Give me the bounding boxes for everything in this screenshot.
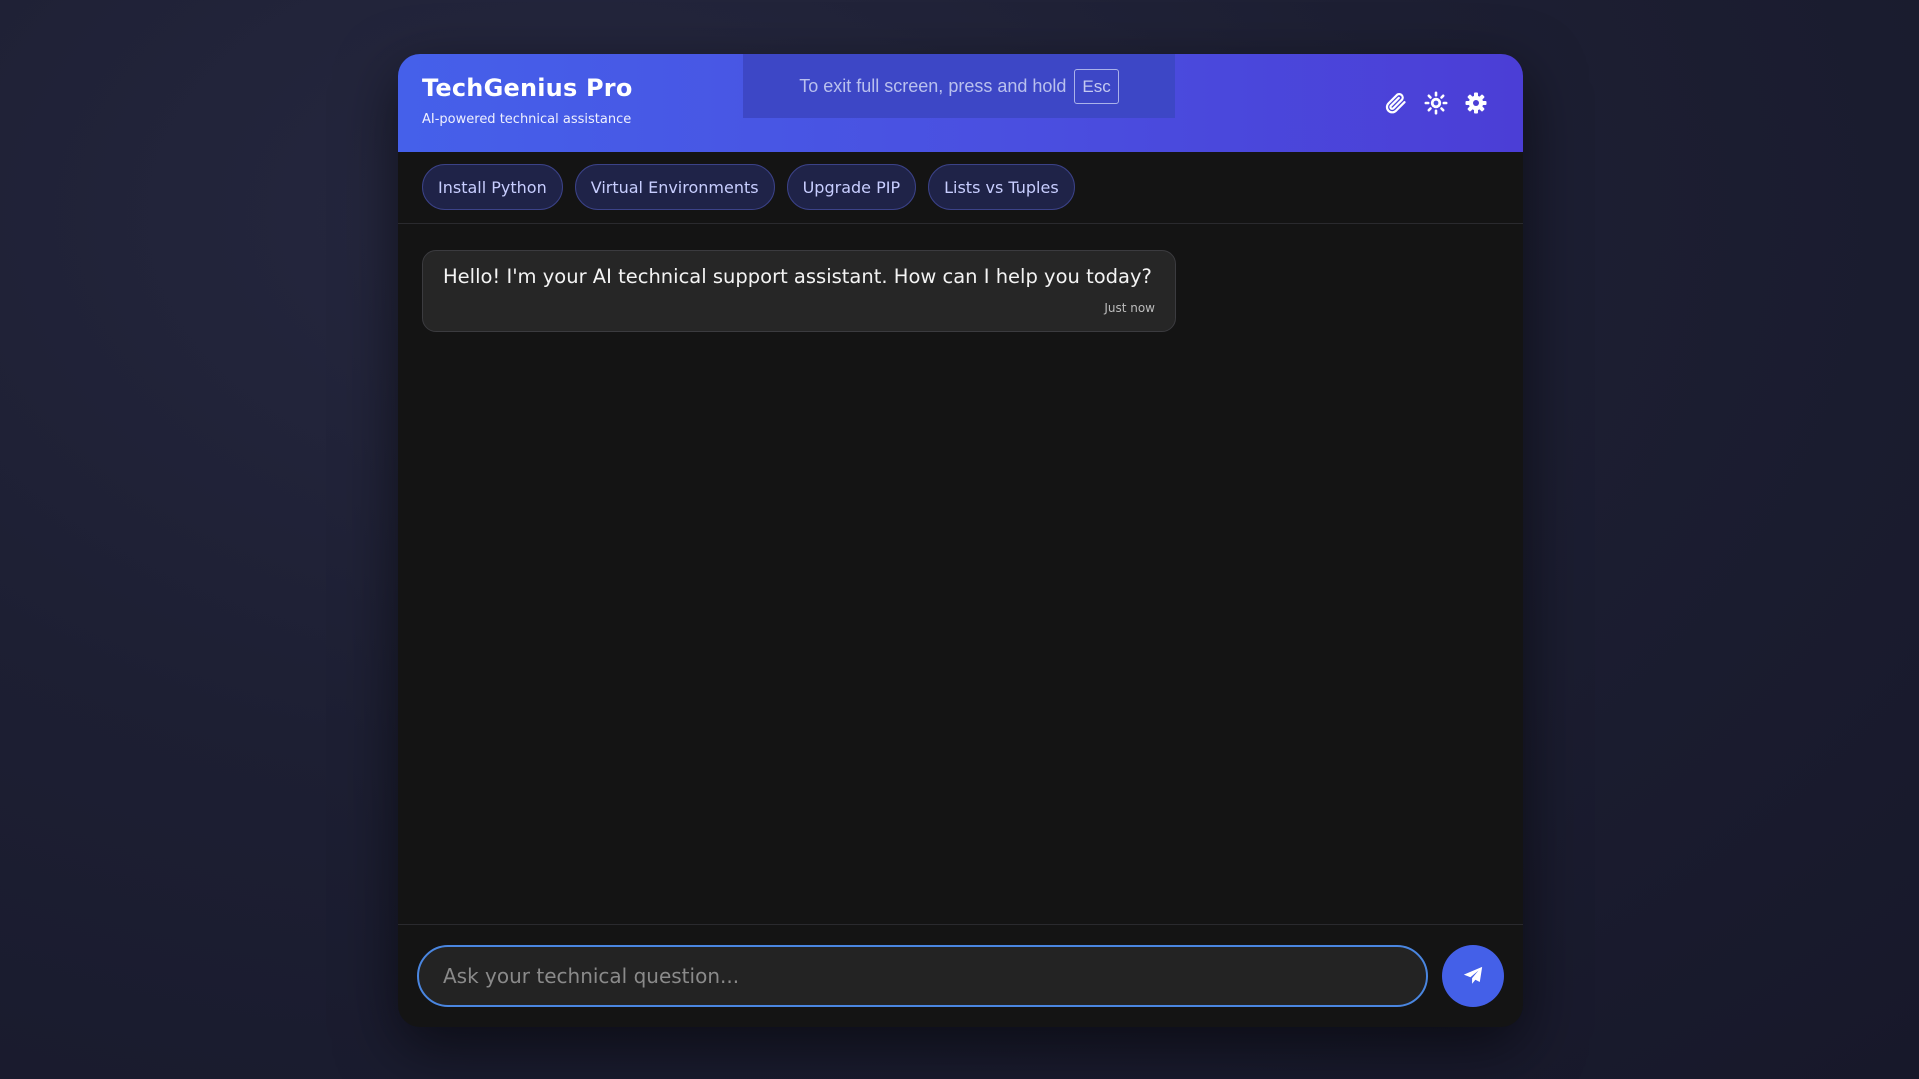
app-header: TechGenius Pro AI-powered technical assi… — [398, 54, 1523, 152]
header-actions — [1383, 90, 1489, 116]
chat-app-window: TechGenius Pro AI-powered technical assi… — [398, 54, 1523, 1027]
suggestion-chips: Install Python Virtual Environments Upgr… — [398, 152, 1523, 224]
fullscreen-notice: To exit full screen, press and hold Esc — [743, 54, 1175, 118]
suggestion-install-python[interactable]: Install Python — [422, 164, 563, 210]
message-text: Hello! I'm your AI technical support ass… — [443, 265, 1152, 288]
app-subtitle: AI-powered technical assistance — [422, 112, 632, 127]
suggestion-lists-vs-tuples[interactable]: Lists vs Tuples — [928, 164, 1075, 210]
message-timestamp: Just now — [1104, 301, 1155, 315]
fullscreen-notice-text: To exit full screen, press and hold — [799, 75, 1067, 96]
paperclip-icon[interactable] — [1383, 90, 1409, 116]
message-list[interactable]: Hello! I'm your AI technical support ass… — [398, 224, 1523, 924]
suggestion-virtual-environments[interactable]: Virtual Environments — [574, 164, 775, 210]
app-title: TechGenius Pro — [422, 74, 633, 102]
fullscreen-notice-key: Esc — [1074, 68, 1119, 104]
message-composer — [398, 924, 1523, 1027]
gear-icon[interactable] — [1463, 90, 1489, 116]
assistant-message: Hello! I'm your AI technical support ass… — [422, 250, 1176, 332]
send-button[interactable] — [1442, 945, 1504, 1007]
sun-icon[interactable] — [1423, 90, 1449, 116]
suggestion-upgrade-pip[interactable]: Upgrade PIP — [786, 164, 917, 210]
question-input[interactable] — [419, 947, 1426, 1005]
send-icon — [1463, 966, 1483, 984]
question-input-wrapper — [417, 945, 1428, 1007]
